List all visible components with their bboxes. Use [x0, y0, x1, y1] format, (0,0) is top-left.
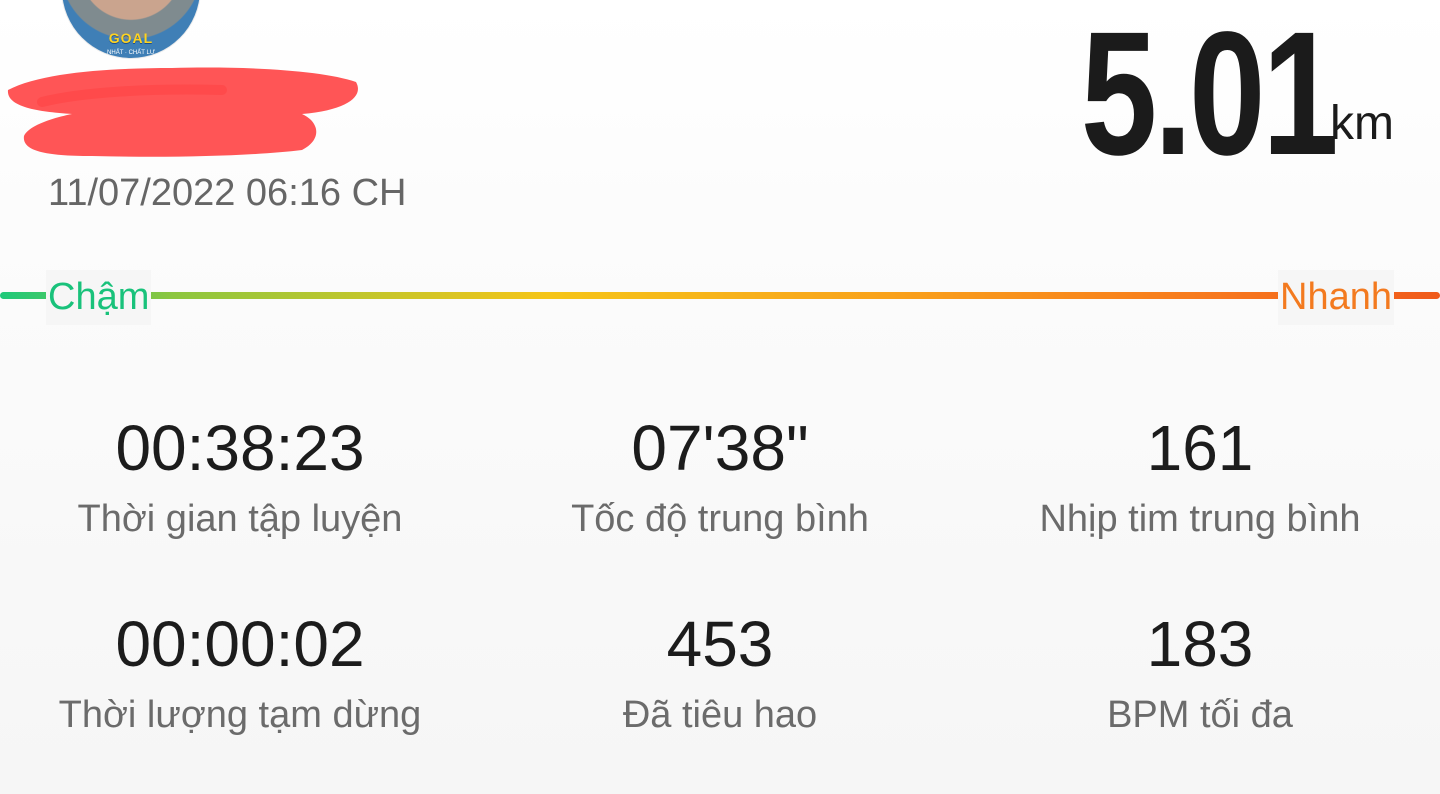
- stat-value: 07'38": [631, 412, 809, 484]
- stat-label: Nhịp tim trung bình: [1039, 498, 1361, 540]
- distance-unit: km: [1330, 97, 1394, 150]
- workout-date: 11/07/2022 06:16 CH: [48, 172, 407, 214]
- speed-slow-label: Chậm: [46, 270, 152, 325]
- stat-label: Đã tiêu hao: [622, 694, 818, 736]
- stat-label: Tốc độ trung bình: [571, 498, 869, 540]
- distance-display: 5.01 km: [1009, 2, 1394, 182]
- stat-average-heart-rate: 161 Nhịp tim trung bình: [960, 410, 1440, 544]
- stat-label: BPM tối đa: [1107, 694, 1293, 736]
- stat-workout-time: 00:38:23 Thời gian tập luyện: [0, 410, 480, 544]
- stat-value: 183: [1146, 608, 1254, 680]
- stat-pause-duration: 00:00:02 Thời lượng tạm dừng: [0, 606, 480, 740]
- stat-value: 00:00:02: [115, 608, 365, 680]
- speed-fast-label: Nhanh: [1278, 270, 1394, 325]
- avatar[interactable]: GOAL NHẤT · CHẤT LƯ: [62, 0, 200, 58]
- avatar-logo-text: GOAL: [108, 30, 154, 46]
- redaction-scribble: [7, 67, 358, 157]
- stat-label: Thời gian tập luyện: [77, 498, 403, 540]
- stat-calories-burned: 453 Đã tiêu hao: [480, 606, 960, 740]
- stat-max-bpm: 183 BPM tối đa: [960, 606, 1440, 740]
- stat-average-pace: 07'38" Tốc độ trung bình: [480, 410, 960, 544]
- speed-gradient-bar: [0, 292, 1440, 299]
- distance-value: 5.01: [1081, 0, 1339, 192]
- stat-label: Thời lượng tạm dừng: [58, 694, 422, 736]
- stat-value: 453: [666, 608, 774, 680]
- stat-value: 161: [1146, 412, 1254, 484]
- stat-value: 00:38:23: [115, 412, 365, 484]
